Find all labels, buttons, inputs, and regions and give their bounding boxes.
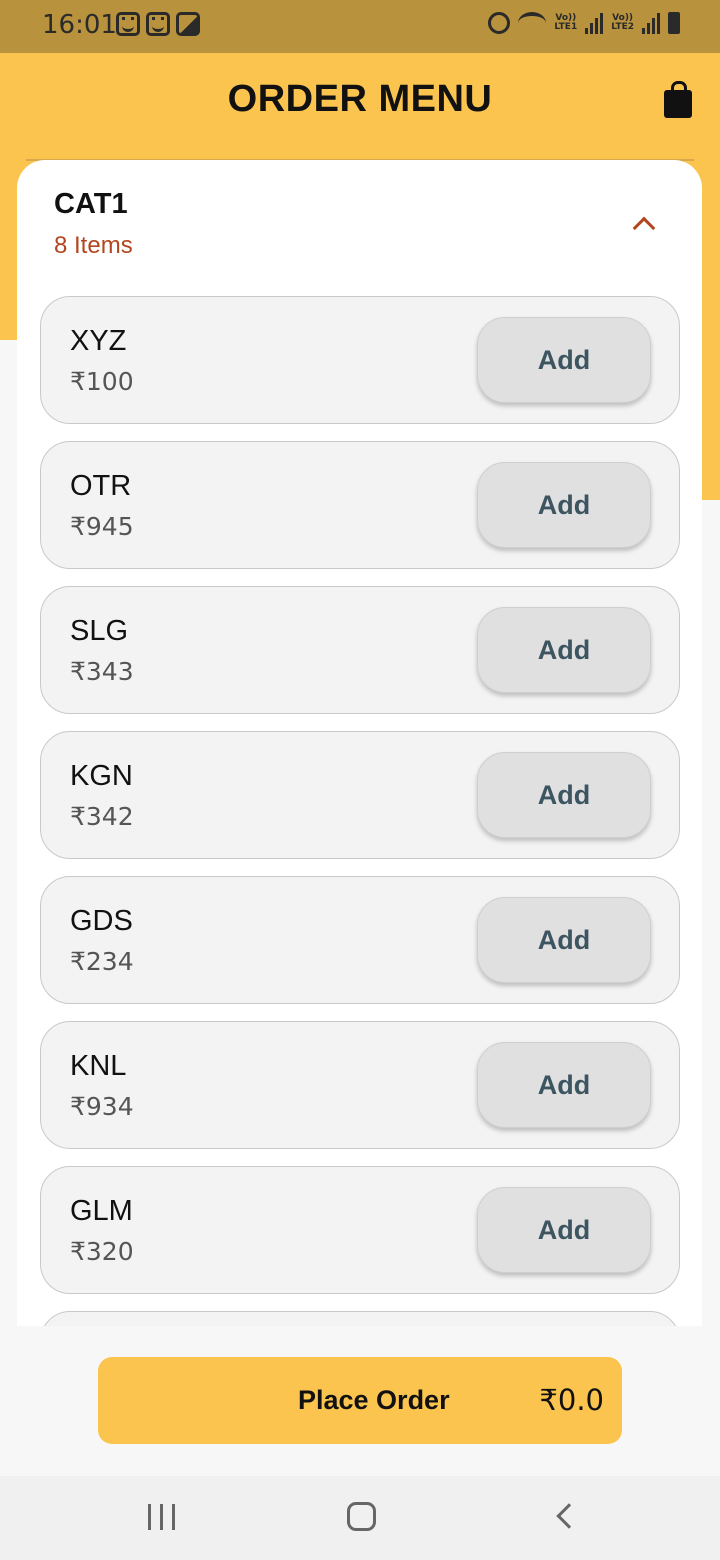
list-item-partial <box>40 1311 680 1326</box>
system-icons: Vo)) LTE1 Vo)) LTE2 <box>488 12 680 34</box>
item-list: XYZ ₹100 Add OTR ₹945 Add SLG ₹343 Add K… <box>40 296 680 1326</box>
item-name: OTR <box>70 470 132 502</box>
item-name: KNL <box>70 1050 127 1082</box>
back-icon[interactable] <box>556 1503 582 1529</box>
item-price: ₹234 <box>70 947 134 976</box>
status-time: 16:01 <box>42 10 117 40</box>
item-name: KGN <box>70 760 133 792</box>
add-button[interactable]: Add <box>477 317 651 403</box>
add-button[interactable]: Add <box>477 897 651 983</box>
item-price: ₹343 <box>70 657 134 686</box>
list-item: KGN ₹342 Add <box>40 731 680 859</box>
item-price: ₹100 <box>70 367 134 396</box>
list-item: GLM ₹320 Add <box>40 1166 680 1294</box>
status-bar: 16:01 Vo)) LTE1 Vo)) LTE2 <box>0 0 720 53</box>
add-button[interactable]: Add <box>477 607 651 693</box>
gallery-notification-icon <box>176 12 200 36</box>
alarm-icon <box>488 12 511 34</box>
item-name: XYZ <box>70 325 127 357</box>
category-title: CAT1 <box>54 188 128 220</box>
recent-apps-icon[interactable] <box>148 1504 175 1530</box>
signal1-icon <box>585 12 604 34</box>
category-item-count: 8 Items <box>54 232 133 259</box>
list-item: GDS ₹234 Add <box>40 876 680 1004</box>
add-button[interactable]: Add <box>477 1187 651 1273</box>
item-price: ₹934 <box>70 1092 134 1121</box>
lte2-icon: Vo)) LTE2 <box>611 13 634 32</box>
item-price: ₹945 <box>70 512 134 541</box>
order-total: ₹0.0 <box>539 1383 604 1417</box>
add-button[interactable]: Add <box>477 1042 651 1128</box>
shopping-bag-icon[interactable] <box>664 81 692 118</box>
list-item: SLG ₹343 Add <box>40 586 680 714</box>
chevron-up-icon[interactable] <box>632 216 656 240</box>
wifi-icon <box>518 12 547 34</box>
smiley-notification-icon <box>116 12 140 36</box>
list-item: XYZ ₹100 Add <box>40 296 680 424</box>
item-name: GLM <box>70 1195 133 1227</box>
place-order-label: Place Order <box>298 1385 450 1415</box>
item-name: SLG <box>70 615 129 647</box>
add-button[interactable]: Add <box>477 752 651 838</box>
item-price: ₹320 <box>70 1237 134 1266</box>
item-name: GDS <box>70 905 133 937</box>
add-button[interactable]: Add <box>477 462 651 548</box>
battery-icon <box>668 12 680 34</box>
notification-icons <box>116 12 200 36</box>
list-item: OTR ₹945 Add <box>40 441 680 569</box>
place-order-button[interactable]: Place Order ₹0.0 <box>98 1357 622 1444</box>
signal2-icon <box>642 12 660 34</box>
lte1-icon: Vo)) LTE1 <box>554 13 578 32</box>
page-title: ORDER MENU <box>227 78 493 120</box>
item-price: ₹342 <box>70 802 134 831</box>
system-nav-bar <box>0 1476 720 1560</box>
home-icon[interactable] <box>347 1502 376 1531</box>
category-card: CAT1 8 Items XYZ ₹100 Add OTR ₹945 Add S… <box>17 160 702 1326</box>
smiley-notification-icon <box>146 12 170 36</box>
list-item: KNL ₹934 Add <box>40 1021 680 1149</box>
